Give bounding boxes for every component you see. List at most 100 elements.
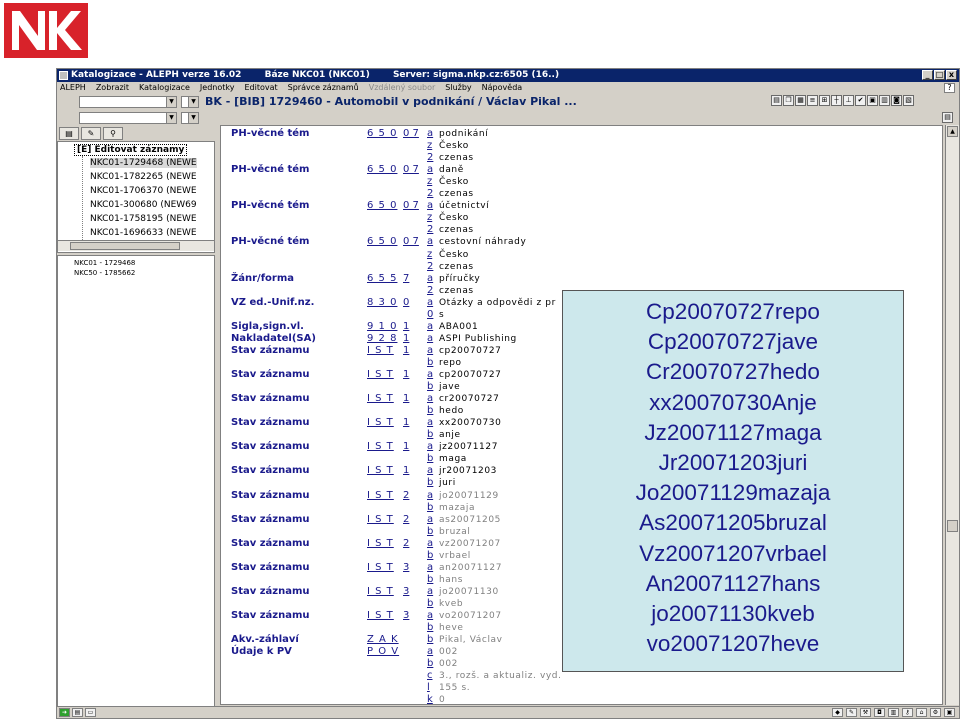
field-value[interactable]: cp20070727 <box>439 369 501 381</box>
field-value[interactable]: cr20070727 <box>439 393 499 405</box>
field-subfield[interactable]: a <box>427 128 433 140</box>
field-subfield[interactable]: a <box>427 441 433 453</box>
field-indicator[interactable]: 3 <box>403 610 409 622</box>
field-value[interactable]: kveb <box>439 598 463 610</box>
field-tag[interactable]: I S T <box>367 465 394 477</box>
field-tag[interactable]: I S T <box>367 514 394 526</box>
field-value[interactable]: Pikal, Václav <box>439 634 503 646</box>
field-value[interactable]: Česko <box>439 176 469 188</box>
field-subfield[interactable]: a <box>427 345 433 357</box>
check-icon[interactable]: ✔ <box>855 95 866 106</box>
menu-vzdaleny-soubor[interactable]: Vzdálený soubor <box>369 82 436 94</box>
tree-node[interactable]: NKC01-1782265 (NEWE <box>90 172 197 182</box>
field-indicator[interactable]: 0 7 <box>403 236 419 248</box>
tree-node[interactable]: NKC01-1706370 (NEWE <box>90 186 197 196</box>
field-tag[interactable]: 6 5 0 <box>367 128 397 140</box>
settings-icon[interactable]: ⚙ <box>930 708 941 717</box>
field-value[interactable]: anje <box>439 429 461 441</box>
field-value[interactable]: repo <box>439 357 462 369</box>
chevron-down-icon[interactable]: ▼ <box>188 97 198 107</box>
field-indicator[interactable]: 2 <box>403 538 409 550</box>
tree-node[interactable]: NKC01-1696633 (NEWE <box>90 228 197 238</box>
field-value[interactable]: vo20071207 <box>439 610 502 622</box>
menu-zobrazit[interactable]: Zobrazit <box>96 82 129 94</box>
minimize-button[interactable]: _ <box>922 70 933 80</box>
field-value[interactable]: podnikání <box>439 128 488 140</box>
field-subfield[interactable]: a <box>427 393 433 405</box>
field-value[interactable]: jo20071130 <box>439 586 499 598</box>
camera-icon[interactable]: ◘ <box>874 708 885 717</box>
field-value[interactable]: příručky <box>439 273 480 285</box>
field-subfield[interactable]: b <box>427 453 433 465</box>
format-icon[interactable]: ▤ <box>771 95 782 106</box>
field-tag[interactable]: I S T <box>367 369 394 381</box>
field-subfield[interactable]: a <box>427 562 433 574</box>
save-icon[interactable]: ▣ <box>867 95 878 106</box>
field-subfield[interactable]: 2 <box>427 224 433 236</box>
edit-icon[interactable]: ✎ <box>846 708 857 717</box>
field-subfield[interactable]: a <box>427 646 433 658</box>
field-value[interactable]: hans <box>439 574 463 586</box>
split-icon[interactable]: ⊞ <box>819 95 830 106</box>
field-value[interactable]: vrbael <box>439 550 471 562</box>
menu-sluzby[interactable]: Služby <box>445 82 471 94</box>
field-subfield[interactable]: b <box>427 477 433 489</box>
small-select[interactable]: ▼ <box>181 96 199 108</box>
server-icon[interactable]: ▥ <box>879 95 890 106</box>
field-value[interactable]: czenas <box>439 188 474 200</box>
field-value[interactable]: vz20071207 <box>439 538 501 550</box>
field-tag[interactable]: I S T <box>367 417 394 429</box>
copy-icon[interactable]: ❐ <box>783 95 794 106</box>
field-value[interactable]: s <box>439 309 444 321</box>
field-subfield[interactable]: c <box>427 670 433 682</box>
field-indicator[interactable]: 0 7 <box>403 128 419 140</box>
field-tag[interactable]: Z A K <box>367 634 399 646</box>
field-indicator[interactable]: 0 7 <box>403 164 419 176</box>
bag-icon[interactable]: ▣ <box>944 708 955 717</box>
forward-icon[interactable]: ➜ <box>59 708 70 717</box>
field-value[interactable]: jr20071203 <box>439 465 497 477</box>
field-value[interactable]: czenas <box>439 152 474 164</box>
field-tag[interactable]: 6 5 0 <box>367 164 397 176</box>
field-value[interactable]: heve <box>439 622 464 634</box>
horizontal-scrollbar[interactable] <box>58 240 214 251</box>
tree-node[interactable]: NKC01-1729468 (NEWE <box>90 158 197 168</box>
field-value[interactable]: ASPI Publishing <box>439 333 517 345</box>
field-subfield[interactable]: z <box>427 212 432 224</box>
field-value[interactable]: 155 s. <box>439 682 470 694</box>
field-subfield[interactable]: b <box>427 502 433 514</box>
field-value[interactable]: czenas <box>439 224 474 236</box>
field-subfield[interactable]: b <box>427 381 433 393</box>
book-icon[interactable]: ▥ <box>888 708 899 717</box>
field-value[interactable]: hedo <box>439 405 464 417</box>
field-tag[interactable]: 6 5 5 <box>367 273 397 285</box>
field-subfield[interactable]: 2 <box>427 285 433 297</box>
field-value[interactable]: czenas <box>439 285 474 297</box>
field-subfield[interactable]: a <box>427 417 433 429</box>
field-tag[interactable]: I S T <box>367 562 394 574</box>
field-subfield[interactable]: a <box>427 236 433 248</box>
folder-icon[interactable]: ▭ <box>85 708 96 717</box>
tree-icon[interactable]: ┼ <box>831 95 842 106</box>
small-select-2[interactable]: ▼ <box>181 112 199 124</box>
menu-spravce[interactable]: Správce záznamů <box>288 82 359 94</box>
field-indicator[interactable]: 2 <box>403 514 409 526</box>
link-icon[interactable]: ⊥ <box>843 95 854 106</box>
list-icon[interactable]: ≡ <box>807 95 818 106</box>
field-value[interactable]: as20071205 <box>439 514 501 526</box>
tree-node-nkc50[interactable]: NKC50 - 1785662 <box>74 269 135 277</box>
field-indicator[interactable]: 1 <box>403 441 409 453</box>
menu-editovat[interactable]: Editovat <box>244 82 277 94</box>
field-subfield[interactable]: b <box>427 405 433 417</box>
field-indicator[interactable]: 1 <box>403 417 409 429</box>
field-value[interactable]: Česko <box>439 249 469 261</box>
base-select[interactable]: ▼ <box>79 96 177 108</box>
field-value[interactable]: 002 <box>439 646 458 658</box>
vertical-scrollbar[interactable]: ▲ <box>945 125 959 705</box>
field-indicator[interactable]: 3 <box>403 586 409 598</box>
field-tag[interactable]: P O V <box>367 646 399 658</box>
chevron-down-icon[interactable]: ▼ <box>166 113 176 123</box>
field-subfield[interactable]: b <box>427 574 433 586</box>
scroll-thumb[interactable] <box>70 242 180 250</box>
field-indicator[interactable]: 1 <box>403 465 409 477</box>
